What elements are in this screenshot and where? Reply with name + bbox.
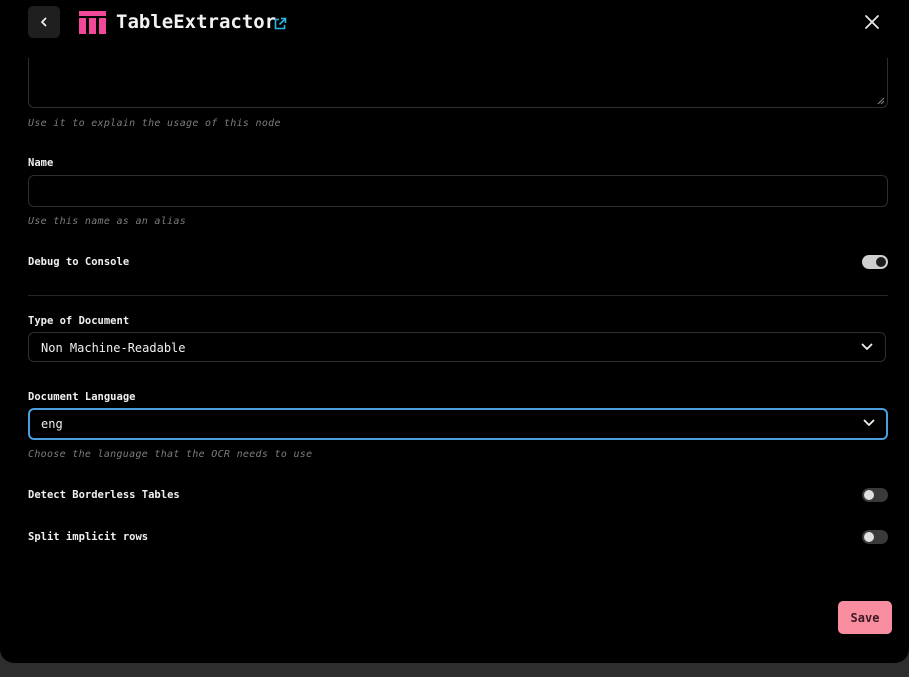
chevron-down-icon bbox=[861, 343, 873, 350]
chevron-down-icon bbox=[863, 419, 875, 426]
description-textarea[interactable] bbox=[28, 58, 888, 108]
debug-toggle[interactable] bbox=[862, 255, 888, 269]
language-value: eng bbox=[41, 417, 63, 431]
chevron-left-icon bbox=[41, 17, 47, 27]
borderless-label: Detect Borderless Tables bbox=[28, 489, 180, 501]
name-input[interactable] bbox=[28, 175, 888, 207]
split-rows-label: Split implicit rows bbox=[28, 531, 149, 543]
language-hint: Choose the language that the OCR needs t… bbox=[28, 449, 313, 460]
back-button[interactable] bbox=[28, 6, 60, 38]
language-select[interactable]: eng bbox=[28, 408, 888, 440]
resize-grip-icon[interactable] bbox=[877, 97, 885, 105]
name-hint: Use this name as an alias bbox=[28, 216, 187, 227]
name-label: Name bbox=[28, 157, 54, 169]
save-button[interactable]: Save bbox=[838, 601, 892, 634]
toggle-knob bbox=[864, 532, 874, 542]
table-logo-icon bbox=[79, 11, 106, 34]
debug-label: Debug to Console bbox=[28, 256, 130, 268]
document-type-select[interactable]: Non Machine-Readable bbox=[28, 332, 886, 362]
language-label: Document Language bbox=[28, 391, 136, 403]
panel-header: TableExtractor bbox=[0, 0, 909, 46]
divider bbox=[28, 295, 888, 296]
split-rows-toggle[interactable] bbox=[862, 530, 888, 544]
node-title: TableExtractor bbox=[116, 11, 277, 33]
document-type-label: Type of Document bbox=[28, 315, 130, 327]
toggle-knob bbox=[864, 490, 874, 500]
close-icon[interactable] bbox=[862, 12, 882, 32]
description-hint: Use it to explain the usage of this node bbox=[28, 118, 281, 129]
node-settings-panel: TableExtractor Use it to explain the usa… bbox=[0, 0, 909, 663]
external-link-icon[interactable] bbox=[273, 17, 287, 31]
document-type-value: Non Machine-Readable bbox=[41, 341, 186, 355]
borderless-toggle[interactable] bbox=[862, 488, 888, 502]
toggle-knob bbox=[876, 257, 886, 267]
